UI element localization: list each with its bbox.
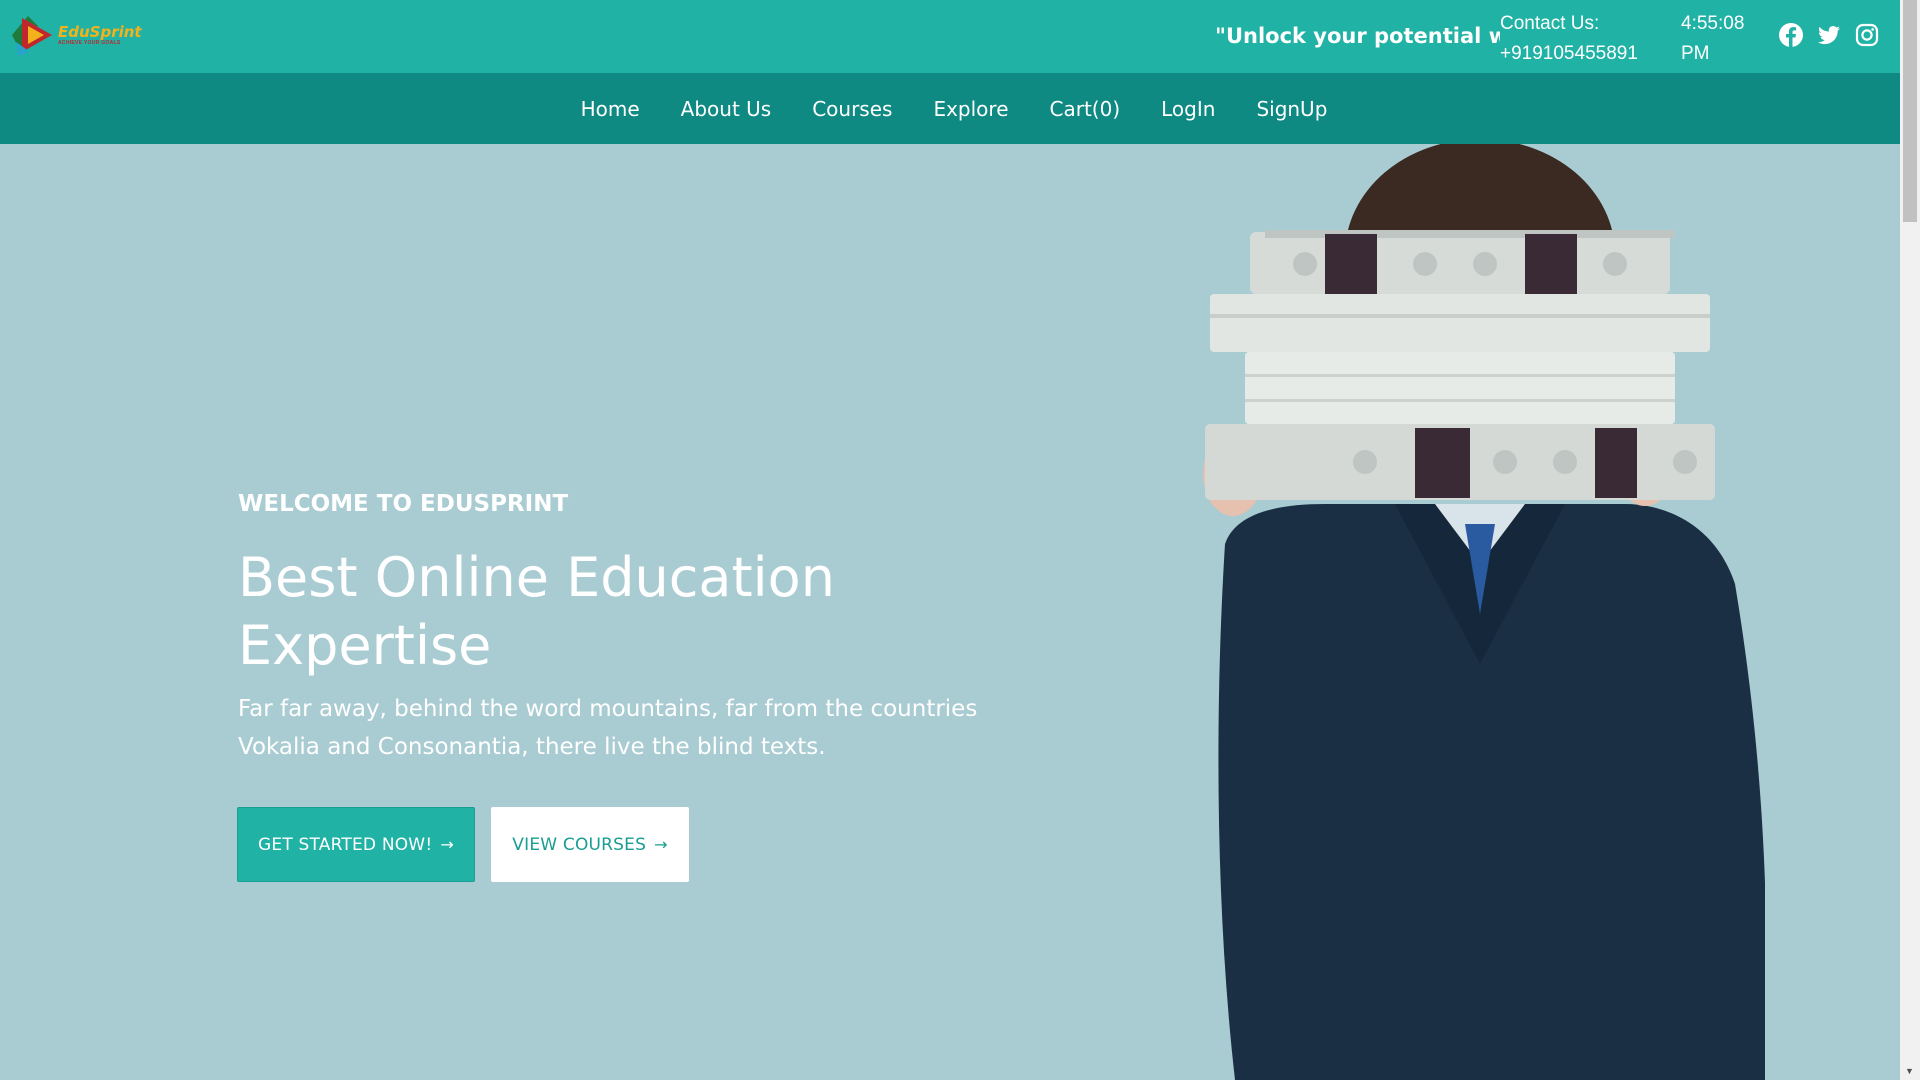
- hero-title-line-2: Expertise: [238, 614, 492, 677]
- twitter-icon[interactable]: [1816, 22, 1842, 48]
- contact-label: Contact Us:: [1500, 13, 1600, 34]
- nav-login[interactable]: LogIn: [1161, 97, 1215, 121]
- book-stack: [1205, 230, 1715, 500]
- nav-about-us[interactable]: About Us: [681, 97, 772, 121]
- facebook-icon[interactable]: [1778, 22, 1804, 48]
- contact-info: Contact Us: +919105455891: [1500, 9, 1665, 69]
- nav-explore[interactable]: Explore: [933, 97, 1008, 121]
- top-bar: EduSprint ACHIEVE YOUR GOALS "Unlock you…: [0, 0, 1900, 73]
- clock-ampm: PM: [1681, 43, 1710, 64]
- logo-name: EduSprint: [58, 22, 142, 41]
- contact-phone[interactable]: +919105455891: [1500, 39, 1665, 69]
- scrollbar[interactable]: ▼: [1900, 0, 1920, 1080]
- nav-list: Home About Us Courses Explore Cart(0) Lo…: [0, 73, 1900, 144]
- logo[interactable]: EduSprint ACHIEVE YOUR GOALS: [8, 12, 143, 58]
- hero-eyebrow: WELCOME TO EDUSPRINT: [238, 491, 569, 517]
- main-navbar: Home About Us Courses Explore Cart(0) Lo…: [0, 73, 1900, 144]
- get-started-button[interactable]: GET STARTED NOW! →: [237, 807, 475, 882]
- arrow-right-icon: →: [440, 835, 454, 854]
- clock: 4:55:08 PM: [1681, 9, 1771, 69]
- nav-cart[interactable]: Cart(0): [1050, 97, 1121, 121]
- social-links: [1778, 22, 1880, 48]
- scrollbar-thumb[interactable]: [1903, 0, 1917, 222]
- arrow-right-icon: →: [654, 835, 668, 854]
- hero-title-line-1: Best Online Education: [238, 546, 835, 609]
- nav-courses[interactable]: Courses: [812, 97, 892, 121]
- scroll-down-icon[interactable]: ▼: [1905, 1066, 1914, 1076]
- logo-tagline: ACHIEVE YOUR GOALS: [58, 39, 121, 46]
- nav-signup[interactable]: SignUp: [1256, 97, 1327, 121]
- get-started-label: GET STARTED NOW!: [258, 834, 433, 855]
- nav-home[interactable]: Home: [581, 97, 640, 121]
- clock-time: 4:55:08: [1681, 13, 1745, 34]
- hero-title: Best Online Education Expertise: [238, 544, 938, 680]
- view-courses-label: VIEW COURSES: [512, 834, 647, 855]
- logo-icon: [12, 16, 52, 56]
- instagram-icon[interactable]: [1854, 22, 1880, 48]
- hero-image: [1203, 144, 1765, 1080]
- hero-description: Far far away, behind the word mountains,…: [238, 696, 978, 760]
- marquee-text: "Unlock your potential wit: [1215, 24, 1500, 48]
- hero-section: WELCOME TO EDUSPRINT Best Online Educati…: [0, 144, 1900, 1080]
- view-courses-button[interactable]: VIEW COURSES →: [491, 807, 689, 882]
